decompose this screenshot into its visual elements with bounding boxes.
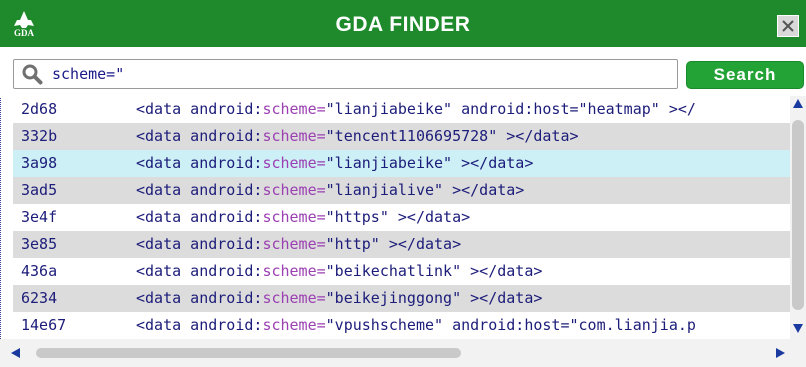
result-code-value: "http" ></data>: [325, 235, 462, 253]
result-code-attr: scheme=: [262, 127, 326, 145]
result-address: 332b: [21, 127, 58, 145]
result-row[interactable]: 2d68 <data android:scheme="lianjiabeike" …: [13, 96, 790, 123]
result-code: <data android:scheme="lianjiabeike" andr…: [136, 96, 696, 123]
result-code-prefix: <data android:: [136, 208, 263, 226]
result-row[interactable]: 6234 <data android:scheme="beikejinggong"…: [13, 285, 790, 312]
result-code-value: "beikechatlink" ></data>: [325, 262, 543, 280]
search-icon: [22, 64, 43, 85]
result-address: 2d68: [21, 100, 58, 118]
result-row[interactable]: 3e4f <data android:scheme="https" ></data…: [13, 204, 790, 231]
search-input-value: scheme=": [52, 65, 125, 83]
result-code-prefix: <data android:: [136, 316, 263, 334]
search-input[interactable]: scheme=": [13, 59, 678, 89]
result-code: <data android:scheme="lianjiabeike" ></d…: [136, 150, 533, 177]
result-code: <data android:scheme="beikejinggong" ></…: [136, 285, 542, 312]
result-code: <data android:scheme="beikechatlink" ></…: [136, 258, 542, 285]
result-row[interactable]: 14e67 <data android:scheme="vpushscheme" …: [13, 312, 790, 339]
result-code: <data android:scheme="vpushscheme" andro…: [136, 312, 696, 339]
result-row[interactable]: 3ad5 <data android:scheme="lianjialive" >…: [13, 177, 790, 204]
search-button[interactable]: Search: [686, 61, 804, 89]
result-row[interactable]: 332b <data android:scheme="tencent1106695…: [13, 123, 790, 150]
vertical-scrollbar[interactable]: [790, 96, 806, 339]
result-address: 6234: [21, 289, 58, 307]
result-address: 3e4f: [21, 208, 58, 226]
result-row[interactable]: 3e85 <data android:scheme="http" ></data>: [13, 231, 790, 258]
result-address: 3ad5: [21, 181, 58, 199]
result-code-prefix: <data android:: [136, 181, 263, 199]
result-code-attr: scheme=: [262, 262, 326, 280]
result-code-attr: scheme=: [262, 316, 326, 334]
result-code-value: "lianjiabeike" android:host="heatmap" ><…: [325, 100, 696, 118]
result-address: 436a: [21, 262, 58, 280]
result-code: <data android:scheme="lianjialive" ></da…: [136, 177, 524, 204]
result-code-value: "tencent1106695728" ></data>: [325, 127, 579, 145]
arrow-down-icon[interactable]: [792, 322, 804, 334]
result-code-attr: scheme=: [262, 154, 326, 172]
result-address: 14e67: [21, 316, 67, 334]
result-code-prefix: <data android:: [136, 127, 263, 145]
horizontal-scroll-thumb[interactable]: [36, 348, 461, 358]
result-row[interactable]: 436a <data android:scheme="beikechatlink"…: [13, 258, 790, 285]
result-code: <data android:scheme="https" ></data>: [136, 204, 470, 231]
result-code: <data android:scheme="tencent1106695728"…: [136, 123, 579, 150]
title-bar: GDA GDA FINDER: [0, 0, 806, 47]
result-code-value: "https" ></data>: [325, 208, 471, 226]
vertical-scroll-thumb[interactable]: [792, 120, 804, 310]
result-code-attr: scheme=: [262, 100, 326, 118]
result-code: <data android:scheme="http" ></data>: [136, 231, 461, 258]
arrow-right-icon[interactable]: [774, 347, 786, 359]
arrow-left-icon[interactable]: [10, 347, 22, 359]
result-address: 3a98: [21, 154, 58, 172]
result-address: 3e85: [21, 235, 58, 253]
arrow-up-icon[interactable]: [792, 98, 804, 110]
result-code-prefix: <data android:: [136, 154, 263, 172]
result-code-attr: scheme=: [262, 181, 326, 199]
result-code-value: "lianjialive" ></data>: [325, 181, 525, 199]
result-code-attr: scheme=: [262, 235, 326, 253]
result-code-prefix: <data android:: [136, 262, 263, 280]
result-code-prefix: <data android:: [136, 100, 263, 118]
result-code-prefix: <data android:: [136, 289, 263, 307]
result-code-attr: scheme=: [262, 208, 326, 226]
close-button[interactable]: [777, 15, 799, 37]
result-code-attr: scheme=: [262, 289, 326, 307]
close-icon: [782, 20, 794, 32]
result-code-prefix: <data android:: [136, 235, 263, 253]
result-code-value: "lianjiabeike" ></data>: [325, 154, 534, 172]
results-list: 2d68 <data android:scheme="lianjiabeike" …: [13, 96, 790, 339]
search-bar: scheme=" Search: [0, 47, 806, 97]
horizontal-scrollbar[interactable]: [0, 339, 806, 367]
result-code-value: "vpushscheme" android:host="com.lianjia.…: [325, 316, 696, 334]
window-title: GDA FINDER: [335, 13, 471, 36]
result-row[interactable]: 3a98 <data android:scheme="lianjiabeike" …: [13, 150, 790, 177]
result-code-value: "beikejinggong" ></data>: [325, 289, 543, 307]
